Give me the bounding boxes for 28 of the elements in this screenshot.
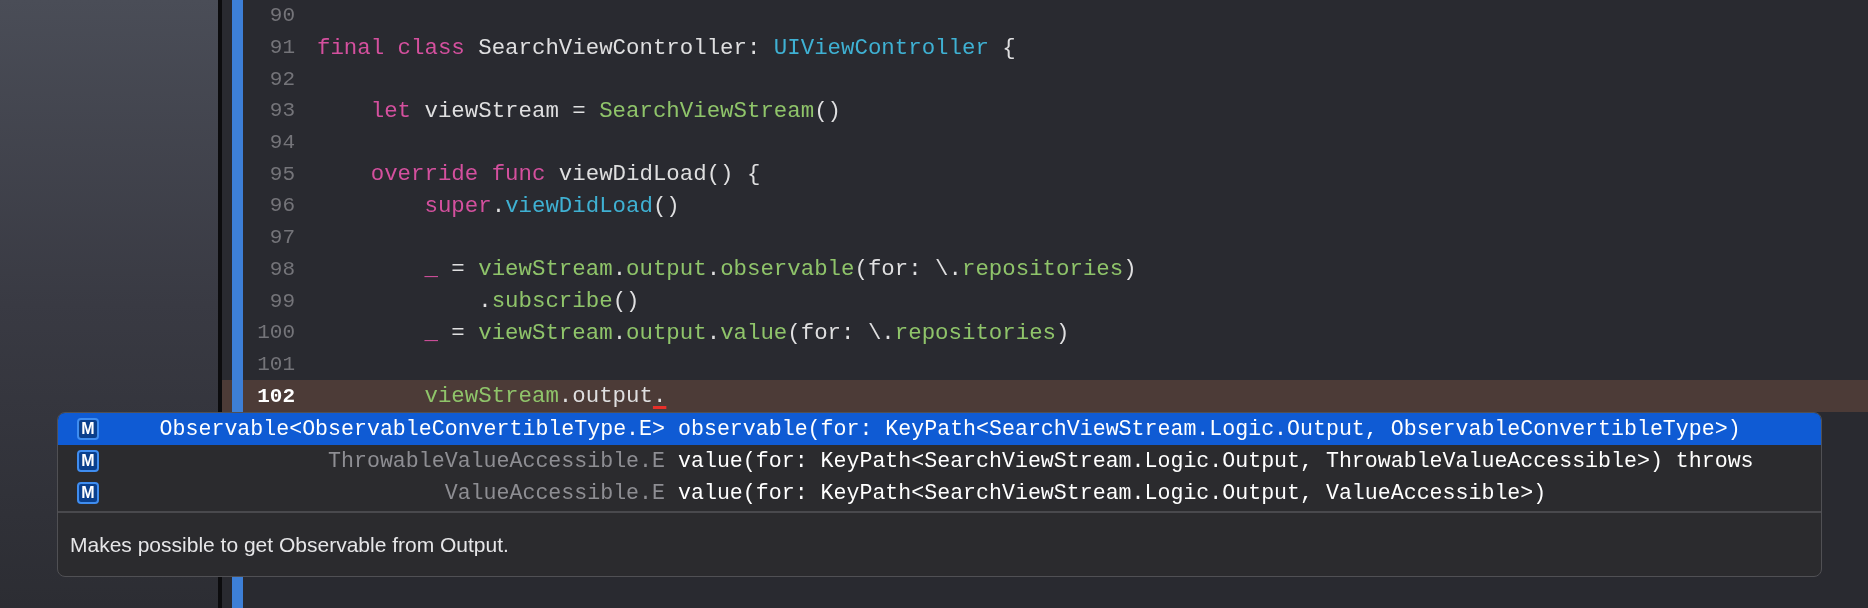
line-number: 97	[268, 226, 295, 250]
line-number: 93	[268, 99, 295, 123]
line-number: 95	[268, 162, 295, 186]
line-number: 101	[256, 352, 295, 376]
code-line: override func viewDidLoad() {	[369, 161, 761, 188]
code-line: _ = viewStream.output.value(for: \.repositories)	[423, 319, 1070, 346]
code-line: let viewStream = SearchViewStream()	[369, 97, 842, 124]
line-number: 96	[268, 194, 295, 218]
line-number: 92	[268, 67, 295, 91]
code-line: super.viewDidLoad()	[423, 192, 680, 219]
line-number: 91	[268, 36, 295, 60]
method-icon: M	[77, 450, 99, 472]
completion-item[interactable]: M ThrowableValueAccessible.E value(for: KeyPath<SearchViewStream.Logic.Output, ThrowableValueAccessible>) throws	[58, 445, 1821, 477]
code-line: final class SearchViewController: UIViewController {	[317, 34, 1016, 61]
line-number: 94	[268, 131, 295, 155]
line-number: 99	[268, 289, 295, 313]
line-number: 98	[268, 257, 295, 281]
method-icon: M	[77, 482, 99, 504]
line-number: 90	[268, 4, 295, 28]
line-number: 102	[256, 384, 295, 408]
code-line: _ = viewStream.output.observable(for: \.repositories)	[423, 256, 1137, 283]
line-number: 100	[256, 321, 295, 345]
completion-item[interactable]: M Observable<ObservableConvertibleType.E> observable(for: KeyPath<SearchViewStream.Logic.Output, ObservableConvertibleType>)	[58, 413, 1821, 445]
code-line: viewStream.output.	[423, 383, 667, 410]
code-line: .subscribe()	[477, 288, 640, 315]
completion-item[interactable]: M ValueAccessible.E value(for: KeyPath<SearchViewStream.Logic.Output, ValueAccessible>)	[58, 477, 1821, 509]
method-icon: M	[77, 418, 99, 440]
description-text: Makes possible to get Observable from Output.	[69, 531, 510, 558]
